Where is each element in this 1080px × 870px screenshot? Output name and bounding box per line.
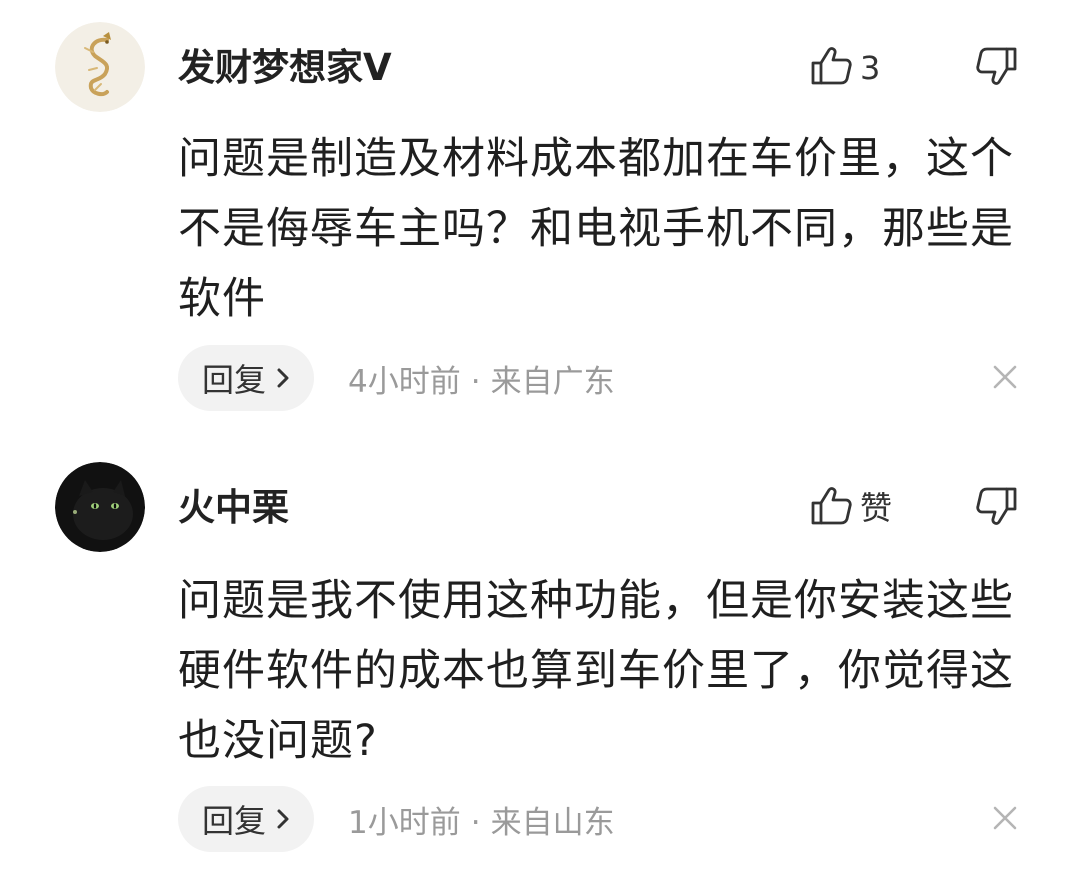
like-label: 赞 <box>860 489 893 527</box>
avatar[interactable] <box>55 462 145 552</box>
chevron-right-icon <box>274 800 292 838</box>
reply-label: 回复 <box>202 802 267 840</box>
like-button[interactable]: 3 <box>810 46 880 90</box>
dragon-avatar-icon <box>55 22 145 112</box>
thumbs-up-icon <box>810 486 852 530</box>
reply-button[interactable]: 回复 <box>178 345 315 411</box>
chevron-right-icon <box>274 359 292 397</box>
username[interactable]: 发财梦想家V <box>178 46 392 90</box>
dismiss-button[interactable] <box>990 364 1020 394</box>
close-icon <box>992 364 1018 394</box>
reply-label: 回复 <box>202 361 267 399</box>
dislike-button[interactable] <box>974 486 1020 530</box>
separator-dot: · <box>470 804 481 841</box>
comment-footer: 回复 1小时前 · 来自山东 <box>178 786 615 852</box>
comment-text: 问题是我不使用这种功能，但是你安装这些硬件软件的成本也算到车价里了，你觉得这也没… <box>178 576 1014 766</box>
comment-text: 问题是制造及材料成本都加在车价里，这个不是侮辱车主吗？和电视手机不同，那些是软件 <box>178 134 1014 324</box>
close-icon <box>992 805 1018 835</box>
comment-meta: 1小时前 · 来自山东 <box>348 797 615 842</box>
avatar[interactable] <box>55 22 145 112</box>
like-count: 3 <box>860 49 881 87</box>
comment-meta: 4小时前 · 来自广东 <box>348 356 615 401</box>
thumbs-down-icon <box>976 46 1018 90</box>
thumbs-up-icon <box>810 46 852 90</box>
separator-dot: · <box>470 363 481 400</box>
location: 来自广东 <box>490 363 615 400</box>
reply-button[interactable]: 回复 <box>178 786 315 852</box>
dislike-button[interactable] <box>974 46 1020 90</box>
timestamp: 1小时前 <box>348 804 461 841</box>
username[interactable]: 火中栗 <box>178 486 289 530</box>
timestamp: 4小时前 <box>348 363 461 400</box>
thumbs-down-icon <box>976 486 1018 530</box>
location: 来自山东 <box>490 804 615 841</box>
comment-footer: 回复 4小时前 · 来自广东 <box>178 345 615 411</box>
dismiss-button[interactable] <box>990 805 1020 835</box>
like-button[interactable]: 赞 <box>810 486 892 530</box>
black-cat-avatar-icon <box>55 462 145 552</box>
